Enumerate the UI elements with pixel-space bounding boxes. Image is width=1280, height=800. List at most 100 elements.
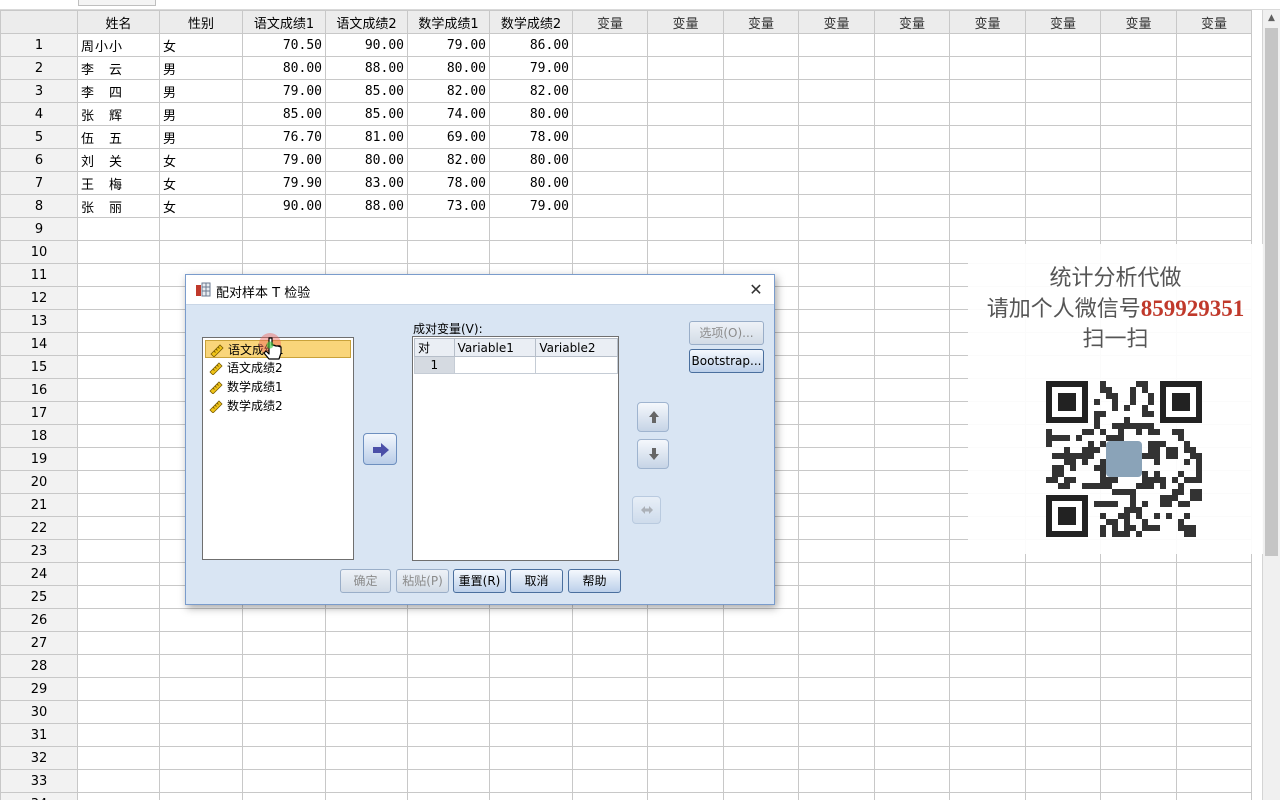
row-number[interactable]: 29 xyxy=(0,677,78,701)
row-number[interactable]: 6 xyxy=(0,148,78,172)
data-cell-gender[interactable]: 男 xyxy=(159,102,243,126)
empty-cell[interactable] xyxy=(647,33,724,57)
empty-cell[interactable] xyxy=(489,792,573,800)
column-header[interactable]: 变量 xyxy=(723,10,799,34)
row-number[interactable]: 20 xyxy=(0,470,78,494)
empty-cell[interactable] xyxy=(1176,769,1252,793)
empty-cell[interactable] xyxy=(1100,792,1177,800)
empty-cell[interactable] xyxy=(874,148,950,172)
empty-cell[interactable] xyxy=(949,654,1026,678)
empty-cell[interactable] xyxy=(77,746,160,770)
empty-cell[interactable] xyxy=(572,240,648,264)
empty-cell[interactable] xyxy=(874,493,950,517)
empty-cell[interactable] xyxy=(325,723,408,747)
empty-cell[interactable] xyxy=(798,792,875,800)
empty-cell[interactable] xyxy=(407,631,490,655)
row-number[interactable]: 5 xyxy=(0,125,78,149)
empty-cell[interactable] xyxy=(1025,33,1101,57)
empty-cell[interactable] xyxy=(647,102,724,126)
empty-cell[interactable] xyxy=(77,493,160,517)
empty-cell[interactable] xyxy=(572,723,648,747)
empty-cell[interactable] xyxy=(723,171,799,195)
empty-cell[interactable] xyxy=(77,654,160,678)
data-cell-c2[interactable]: 88.00 xyxy=(325,194,408,218)
empty-cell[interactable] xyxy=(325,654,408,678)
empty-cell[interactable] xyxy=(874,263,950,287)
empty-cell[interactable] xyxy=(1025,746,1101,770)
empty-cell[interactable] xyxy=(1100,102,1177,126)
empty-cell[interactable] xyxy=(489,700,573,724)
empty-cell[interactable] xyxy=(723,746,799,770)
variable-list-item[interactable]: 数学成绩2 xyxy=(205,397,351,415)
empty-cell[interactable] xyxy=(723,102,799,126)
empty-cell[interactable] xyxy=(1025,562,1101,586)
data-cell-m2[interactable]: 82.00 xyxy=(489,79,573,103)
column-header[interactable]: 性别 xyxy=(159,10,243,34)
empty-cell[interactable] xyxy=(798,539,875,563)
empty-cell[interactable] xyxy=(77,539,160,563)
empty-cell[interactable] xyxy=(77,677,160,701)
empty-cell[interactable] xyxy=(489,217,573,241)
empty-cell[interactable] xyxy=(1025,631,1101,655)
empty-cell[interactable] xyxy=(1100,723,1177,747)
empty-cell[interactable] xyxy=(572,677,648,701)
empty-cell[interactable] xyxy=(1025,792,1101,800)
empty-cell[interactable] xyxy=(874,56,950,80)
paired-variables-box[interactable]: 对 Variable1 Variable2 1 xyxy=(412,336,619,561)
empty-cell[interactable] xyxy=(647,631,724,655)
data-cell-c1[interactable]: 90.00 xyxy=(242,194,326,218)
empty-cell[interactable] xyxy=(647,608,724,632)
empty-cell[interactable] xyxy=(572,217,648,241)
empty-cell[interactable] xyxy=(798,217,875,241)
empty-cell[interactable] xyxy=(572,608,648,632)
row-number[interactable]: 2 xyxy=(0,56,78,80)
empty-cell[interactable] xyxy=(949,631,1026,655)
empty-cell[interactable] xyxy=(159,792,243,800)
row-number[interactable]: 22 xyxy=(0,516,78,540)
empty-cell[interactable] xyxy=(1100,700,1177,724)
row-number[interactable]: 16 xyxy=(0,378,78,402)
empty-cell[interactable] xyxy=(1176,194,1252,218)
empty-cell[interactable] xyxy=(874,470,950,494)
empty-cell[interactable] xyxy=(723,608,799,632)
empty-cell[interactable] xyxy=(1025,769,1101,793)
data-cell-name[interactable]: 伍 五 xyxy=(77,125,160,149)
empty-cell[interactable] xyxy=(159,700,243,724)
empty-cell[interactable] xyxy=(1100,33,1177,57)
swap-variables-button[interactable] xyxy=(632,496,661,524)
empty-cell[interactable] xyxy=(325,677,408,701)
column-header[interactable]: 变量 xyxy=(572,10,648,34)
data-cell-m1[interactable]: 69.00 xyxy=(407,125,490,149)
row-number[interactable]: 7 xyxy=(0,171,78,195)
row-number[interactable]: 13 xyxy=(0,309,78,333)
empty-cell[interactable] xyxy=(1100,746,1177,770)
empty-cell[interactable] xyxy=(798,447,875,471)
empty-cell[interactable] xyxy=(949,102,1026,126)
empty-cell[interactable] xyxy=(1176,677,1252,701)
empty-cell[interactable] xyxy=(874,516,950,540)
empty-cell[interactable] xyxy=(874,33,950,57)
empty-cell[interactable] xyxy=(647,148,724,172)
empty-cell[interactable] xyxy=(798,401,875,425)
empty-cell[interactable] xyxy=(949,148,1026,172)
empty-cell[interactable] xyxy=(159,240,243,264)
empty-cell[interactable] xyxy=(647,746,724,770)
empty-cell[interactable] xyxy=(798,263,875,287)
empty-cell[interactable] xyxy=(77,631,160,655)
empty-cell[interactable] xyxy=(798,746,875,770)
empty-cell[interactable] xyxy=(874,355,950,379)
empty-cell[interactable] xyxy=(874,125,950,149)
vertical-scrollbar[interactable]: ▲ xyxy=(1262,10,1280,800)
empty-cell[interactable] xyxy=(798,608,875,632)
empty-cell[interactable] xyxy=(949,217,1026,241)
bootstrap-button[interactable]: Bootstrap... xyxy=(689,349,764,373)
empty-cell[interactable] xyxy=(647,125,724,149)
empty-cell[interactable] xyxy=(798,79,875,103)
empty-cell[interactable] xyxy=(647,56,724,80)
empty-cell[interactable] xyxy=(647,769,724,793)
empty-cell[interactable] xyxy=(489,677,573,701)
empty-cell[interactable] xyxy=(1176,56,1252,80)
empty-cell[interactable] xyxy=(798,171,875,195)
row-number[interactable]: 19 xyxy=(0,447,78,471)
empty-cell[interactable] xyxy=(798,493,875,517)
